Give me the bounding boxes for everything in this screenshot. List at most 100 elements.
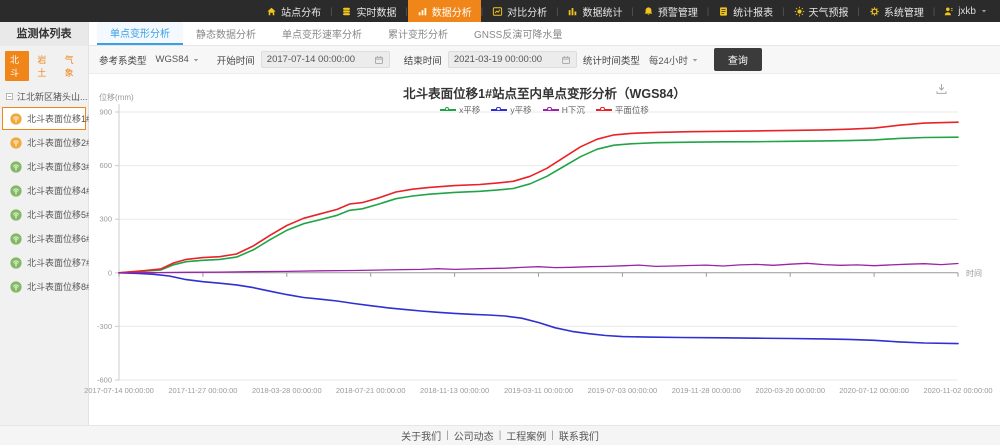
start-time-input[interactable]	[261, 51, 390, 68]
nav-item-data-analysis[interactable]: 数据分析	[408, 0, 481, 22]
tree-node-region[interactable]: 江北新区猪头山...	[0, 85, 88, 106]
sidebar-category-tabs: 北斗岩土气象	[0, 46, 88, 85]
main-panel: 单点变形分析 静态数据分析单点变形速率分析累计变形分析 GNSS反演可降水量 参考系…	[89, 22, 1000, 425]
sidebar-item-station-5[interactable]: 北斗表面位移5#	[2, 203, 86, 226]
nav-item-label: 数据分析	[432, 4, 472, 19]
end-time-value[interactable]	[454, 54, 557, 65]
x-tick-label: 2019-11-28 00:00:00	[672, 386, 741, 395]
report-icon	[718, 6, 729, 17]
x-tick-label: 2018-03-28 00:00:00	[252, 386, 322, 395]
legend-marker	[440, 107, 456, 114]
series-line-4	[119, 122, 958, 273]
tab-gnss-pwv[interactable]: GNSS反演可降水量	[461, 22, 575, 45]
tab-cumulative-deformation[interactable]: 累计变形分析	[375, 22, 461, 45]
legend-item-1[interactable]: x平移	[440, 104, 480, 116]
user-menu[interactable]: jxkb	[935, 6, 996, 17]
reference-system-label: 参考系类型	[99, 53, 147, 67]
sidebar-item-station-1[interactable]: 北斗表面位移1#	[2, 107, 86, 130]
nav-item-alert-management[interactable]: 预警管理	[634, 0, 707, 22]
sidebar-tab-meteorology[interactable]: 气象	[60, 51, 84, 81]
sidebar-item-station-6[interactable]: 北斗表面位移6#	[2, 227, 86, 250]
sidebar-item-label: 北斗表面位移5#	[27, 208, 91, 221]
legend-item-4[interactable]: 平面位移	[596, 104, 649, 116]
nav-item-label: 数据统计	[582, 4, 622, 19]
legend-item-3[interactable]: H下沉	[543, 104, 585, 116]
sidebar-item-station-7[interactable]: 北斗表面位移7#	[2, 251, 86, 274]
nav-item-report[interactable]: 统计报表	[709, 0, 782, 22]
alert-management-icon	[643, 6, 654, 17]
station-icon	[10, 257, 22, 269]
tab-label: GNSS反演可降水量	[474, 26, 562, 41]
caret-down-icon	[691, 56, 699, 64]
nav-item-label: 实时数据	[356, 4, 396, 19]
reference-system-select[interactable]: WGS84	[153, 52, 203, 67]
start-time-value[interactable]	[267, 54, 370, 65]
sidebar-item-label: 北斗表面位移7#	[27, 256, 91, 269]
footer-separator: |	[446, 430, 449, 441]
sidebar-item-label: 北斗表面位移3#	[27, 160, 91, 173]
sidebar-item-station-2[interactable]: 北斗表面位移2#	[2, 131, 86, 154]
x-tick-label: 2020-07-12 00:00:00	[839, 386, 909, 395]
series-line-2	[119, 273, 958, 344]
sidebar-item-label: 北斗表面位移1#	[27, 112, 91, 125]
interval-value: 每24小时	[649, 53, 688, 67]
nav-item-compare-analysis[interactable]: 对比分析	[483, 0, 556, 22]
nav-item-data-stats[interactable]: 数据统计	[558, 0, 631, 22]
nav-item-weather[interactable]: 天气预报	[785, 0, 858, 22]
nav-item-label: 统计报表	[733, 4, 773, 19]
calendar-icon	[374, 55, 384, 65]
tab-label: 单点变形分析	[110, 25, 170, 40]
footer-link-2[interactable]: 公司动态	[454, 428, 494, 443]
x-tick-label: 2020-03-20 00:00:00	[755, 386, 825, 395]
realtime-data-icon	[341, 6, 352, 17]
tab-static-data[interactable]: 静态数据分析	[183, 22, 269, 45]
nav-item-realtime-data[interactable]: 实时数据	[332, 0, 405, 22]
tab-single-point-rate[interactable]: 单点变形速率分析	[269, 22, 375, 45]
tab-label: 累计变形分析	[388, 26, 448, 41]
station-icon	[10, 233, 22, 245]
sidebar-item-label: 北斗表面位移2#	[27, 136, 91, 149]
legend-item-2[interactable]: y平移	[491, 104, 531, 116]
sidebar-item-station-4[interactable]: 北斗表面位移4#	[2, 179, 86, 202]
download-icon[interactable]	[935, 82, 948, 95]
tree-collapse-icon	[5, 92, 14, 101]
sidebar-tab-beidou[interactable]: 北斗	[5, 51, 29, 81]
user-icon	[943, 6, 954, 17]
x-tick-label: 2017-11-27 00:00:00	[168, 386, 237, 395]
footer-link-1[interactable]: 关于我们	[401, 428, 441, 443]
query-button[interactable]: 查询	[714, 48, 762, 71]
x-tick-label: 2018-11-13 00:00:00	[420, 386, 489, 395]
sidebar-item-station-8[interactable]: 北斗表面位移8#	[2, 275, 86, 298]
x-tick-label: 2017-07-14 00:00:00	[84, 386, 154, 395]
station-icon	[10, 185, 22, 197]
deformation-chart: 9006003000-300-600位移(mm)2017-07-14 00:00…	[89, 74, 1000, 427]
nav-item-label: 预警管理	[658, 4, 698, 19]
sidebar-tab-geotech[interactable]: 岩土	[32, 51, 56, 81]
sidebar-title: 监测体列表	[0, 22, 88, 46]
content-row: 监测体列表 北斗岩土气象 江北新区猪头山... 北斗表面位移1#北斗表面位移2#…	[0, 22, 1000, 425]
sidebar-item-station-3[interactable]: 北斗表面位移3#	[2, 155, 86, 178]
footer-link-4[interactable]: 联系我们	[559, 428, 599, 443]
sidebar-item-label: 北斗表面位移4#	[27, 184, 91, 197]
footer-separator: |	[499, 430, 502, 441]
legend-marker	[491, 107, 507, 114]
tab-single-point-deformation[interactable]: 单点变形分析	[97, 22, 183, 45]
monitoring-sidebar: 监测体列表 北斗岩土气象 江北新区猪头山... 北斗表面位移1#北斗表面位移2#…	[0, 22, 89, 425]
nav-item-site-map[interactable]: 站点分布	[257, 0, 330, 22]
end-time-input[interactable]	[448, 51, 577, 68]
legend-label: 平面位移	[615, 104, 649, 116]
nav-item-system[interactable]: 系统管理	[860, 0, 933, 22]
series-line-3	[119, 263, 958, 273]
reference-system-value: WGS84	[156, 54, 189, 65]
system-icon	[869, 6, 880, 17]
y-tick-label: -600	[97, 376, 112, 385]
tab-label: 静态数据分析	[196, 26, 256, 41]
end-time-label: 结束时间	[404, 53, 442, 67]
data-analysis-icon	[417, 6, 428, 17]
caret-down-icon	[980, 7, 988, 15]
calendar-icon	[561, 55, 571, 65]
station-icon	[10, 113, 22, 125]
footer-link-3[interactable]: 工程案例	[506, 428, 546, 443]
interval-select[interactable]: 每24小时	[646, 51, 702, 69]
legend-label: H下沉	[562, 104, 585, 116]
